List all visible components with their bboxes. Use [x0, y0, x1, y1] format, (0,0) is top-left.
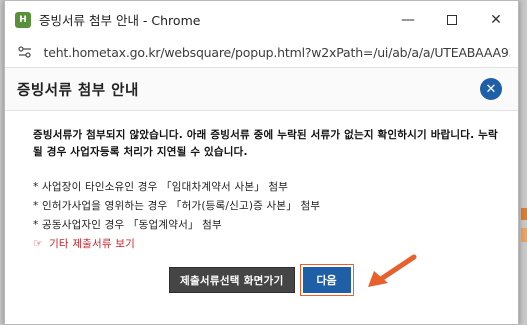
- window-title: 증빙서류 첨부 안내 - Chrome: [39, 13, 201, 28]
- popup-window: H 증빙서류 첨부 안내 - Chrome — ✕ teht.hometax.g…: [4, 0, 519, 325]
- button-row: 제출서류선택 화면가기 다음: [169, 264, 354, 296]
- hometax-app-icon: H: [15, 11, 31, 28]
- minimize-button[interactable]: —: [386, 1, 430, 38]
- other-documents-link-label: 기타 제출서류 보기: [49, 238, 136, 250]
- dialog-header: 증빙서류 첨부 안내 ✕: [5, 67, 518, 111]
- close-window-button[interactable]: ✕: [474, 1, 518, 38]
- dialog-body: 증빙서류가 첨부되지 않았습니다. 아래 증빙서류 중에 누락된 서류가 없는지…: [5, 111, 518, 251]
- address-bar: teht.hometax.go.kr/websquare/popup.html?…: [13, 38, 510, 66]
- url-text[interactable]: teht.hometax.go.kr/websquare/popup.html?…: [44, 45, 511, 60]
- maximize-button[interactable]: [430, 1, 474, 38]
- dialog-title: 증빙서류 첨부 안내: [17, 82, 139, 99]
- pointer-arrow-icon: [368, 254, 417, 287]
- site-settings-icon[interactable]: [13, 40, 38, 64]
- goto-document-select-button[interactable]: 제출서류선택 화면가기: [169, 267, 295, 293]
- requirement-item: * 인허가사업을 영위하는 경우 「허가(등록/신고)증 사본」 첨부: [33, 200, 321, 212]
- maximize-icon: [447, 14, 457, 25]
- requirement-item: * 사업장이 타인소유인 경우 「임대차계약서 사본」 첨부: [33, 181, 289, 193]
- popup-content: 증빙서류 첨부 안내 ✕ 증빙서류가 첨부되지 않았습니다. 아래 증빙서류 중…: [5, 67, 518, 324]
- requirement-item: * 공동사업자인 경우 「동업계약서」 첨부: [33, 219, 222, 231]
- next-button[interactable]: 다음: [302, 267, 351, 293]
- next-button-highlight: 다음: [299, 264, 354, 296]
- dialog-close-button[interactable]: ✕: [480, 78, 502, 100]
- requirement-list: * 사업장이 타인소유인 경우 「임대차계약서 사본」 첨부 * 인허가사업을 …: [33, 178, 500, 235]
- pointing-hand-icon: ☞: [33, 237, 44, 250]
- backdrop-edge: [521, 208, 527, 220]
- backdrop-edge: [521, 228, 527, 242]
- title-bar: H 증빙서류 첨부 안내 - Chrome — ✕: [5, 1, 518, 38]
- notice-text: 증빙서류가 첨부되지 않았습니다. 아래 증빙서류 중에 누락된 서류가 없는지…: [33, 129, 498, 158]
- other-documents-link[interactable]: ☞ 기타 제출서류 보기: [33, 236, 500, 251]
